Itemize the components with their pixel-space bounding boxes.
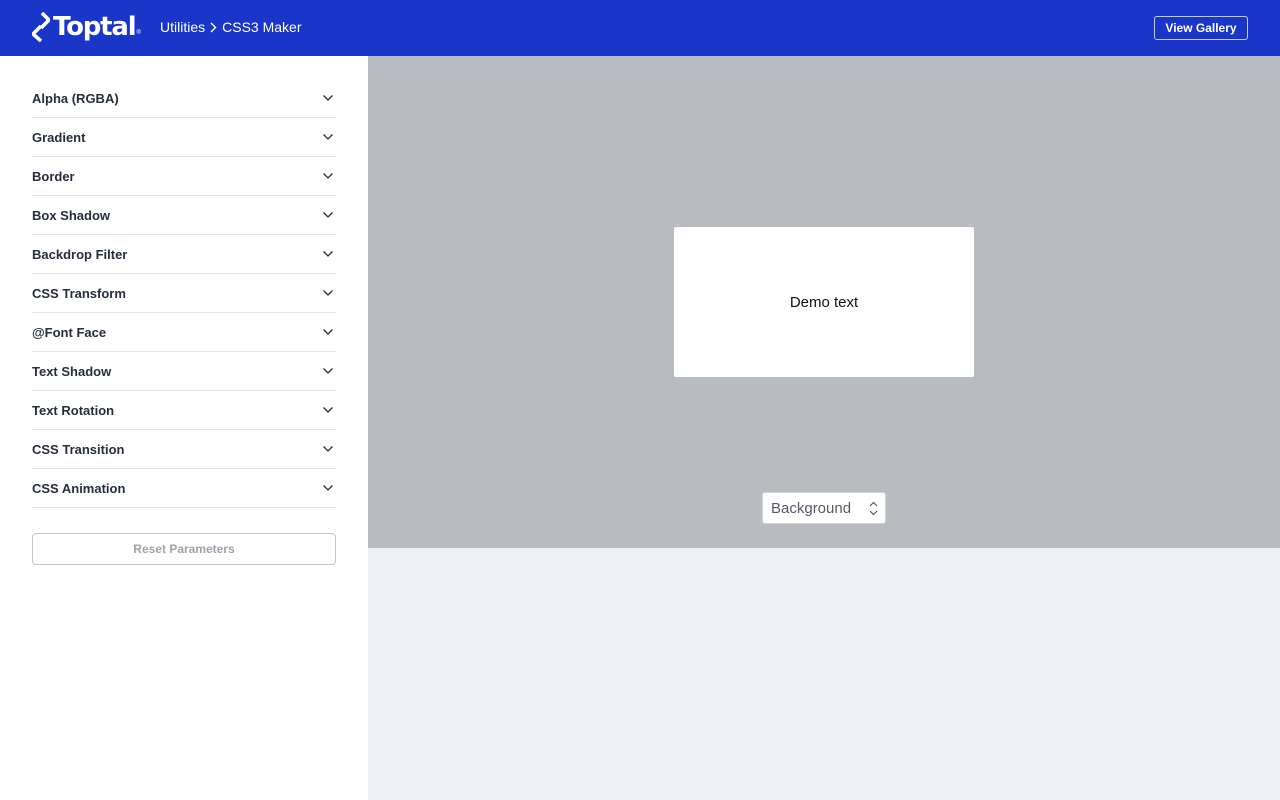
- chevron-down-icon: [322, 92, 334, 104]
- background-select-value: Background: [771, 499, 852, 517]
- accordion-label: @Font Face: [32, 324, 107, 340]
- accordion-item-text-shadow[interactable]: Text Shadow: [32, 352, 336, 391]
- accordion-label: Text Rotation: [32, 402, 115, 418]
- accordion-label: Gradient: [32, 129, 86, 145]
- accordion-item-border[interactable]: Border: [32, 157, 336, 196]
- accordion-item-text-rotation[interactable]: Text Rotation: [32, 391, 336, 430]
- accordion-item-backdrop-filter[interactable]: Backdrop Filter: [32, 235, 336, 274]
- accordion-item-alpha-rgba[interactable]: Alpha (RGBA): [32, 79, 336, 118]
- sidebar: Alpha (RGBA) Gradient Border Box Shadow …: [0, 56, 368, 800]
- accordion-label: CSS Transition: [32, 441, 125, 457]
- view-gallery-button[interactable]: View Gallery: [1154, 16, 1248, 40]
- chevron-down-icon: [322, 404, 334, 416]
- preview-area: Demo text Background: [368, 56, 1280, 548]
- chevron-down-icon: [322, 326, 334, 338]
- accordion-item-css-transition[interactable]: CSS Transition: [32, 430, 336, 469]
- demo-text: Demo text: [789, 293, 859, 311]
- chevron-down-icon: [322, 287, 334, 299]
- accordion-label: CSS Animation: [32, 480, 126, 496]
- background-select[interactable]: Background: [762, 492, 886, 524]
- chevron-down-icon: [322, 482, 334, 494]
- logo-registered-mark: ®: [136, 30, 141, 36]
- accordion-label: CSS Transform: [32, 285, 126, 301]
- accordion-item-gradient[interactable]: Gradient: [32, 118, 336, 157]
- logo-wordmark: Toptal: [53, 12, 137, 42]
- breadcrumb-current-page: CSS3 Maker: [222, 19, 302, 35]
- chevron-down-icon: [322, 209, 334, 221]
- accordion-item-css-transform[interactable]: CSS Transform: [32, 274, 336, 313]
- toptal-logo-icon: [32, 12, 50, 42]
- breadcrumb-utilities-link[interactable]: Utilities: [160, 19, 205, 35]
- reset-parameters-button[interactable]: Reset Parameters: [32, 533, 336, 565]
- chevron-down-icon: [322, 443, 334, 455]
- chevron-down-icon: [322, 248, 334, 260]
- accordion-item-font-face[interactable]: @Font Face: [32, 313, 336, 352]
- accordion-label: Backdrop Filter: [32, 246, 128, 262]
- accordion-label: Box Shadow: [32, 207, 111, 223]
- chevron-down-icon: [322, 365, 334, 377]
- accordion-item-box-shadow[interactable]: Box Shadow: [32, 196, 336, 235]
- up-down-arrows-icon: [869, 501, 878, 516]
- chevron-down-icon: [322, 170, 334, 182]
- accordion-label: Alpha (RGBA): [32, 90, 119, 106]
- chevron-down-icon: [322, 131, 334, 143]
- chevron-right-icon: [210, 22, 217, 33]
- accordion-item-css-animation[interactable]: CSS Animation: [32, 469, 336, 508]
- accordion-label: Text Shadow: [32, 363, 112, 379]
- code-output-area: [368, 548, 1280, 800]
- breadcrumb: Utilities CSS3 Maker: [160, 19, 301, 35]
- property-accordion: Alpha (RGBA) Gradient Border Box Shadow …: [32, 79, 336, 508]
- top-header: Toptal ® Utilities CSS3 Maker View Galle…: [0, 0, 1280, 56]
- demo-box: Demo text: [674, 227, 974, 377]
- toptal-logo[interactable]: Toptal ®: [32, 11, 141, 43]
- accordion-label: Border: [32, 168, 75, 184]
